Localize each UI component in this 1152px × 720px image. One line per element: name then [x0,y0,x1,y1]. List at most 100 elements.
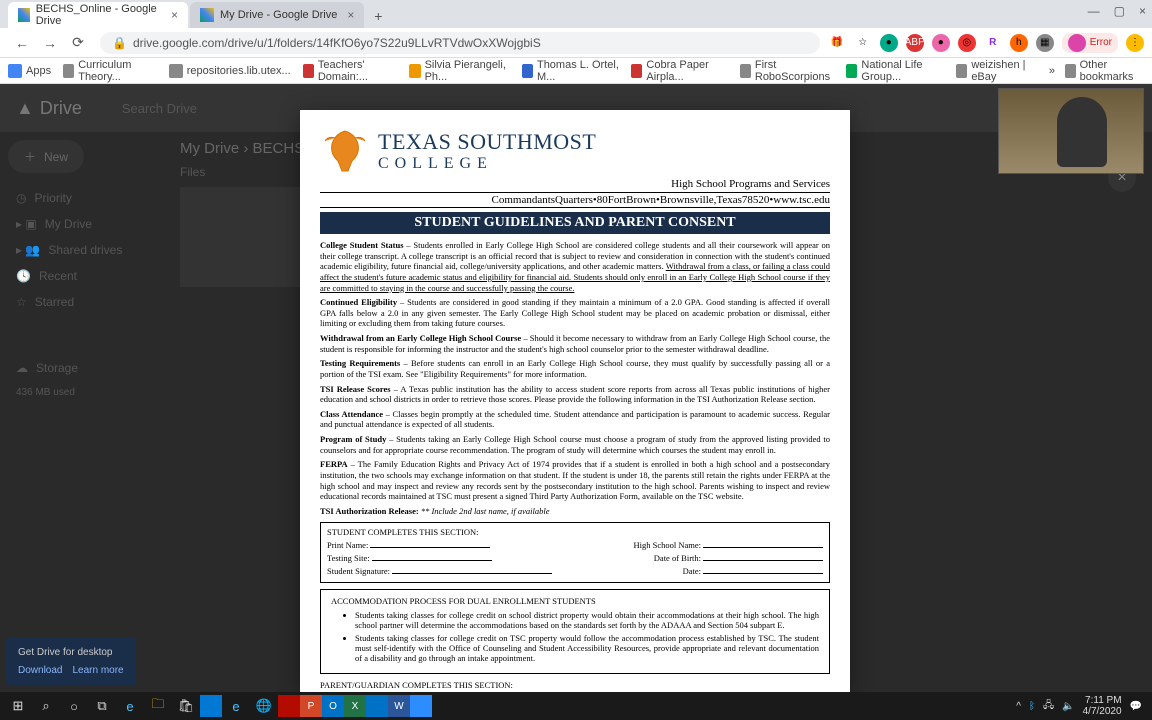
signature-field[interactable] [392,565,552,574]
bookmark-label: Teachers' Domain:... [318,59,398,83]
nav-my-drive[interactable]: ▸ ▣ My Drive [8,211,162,237]
parent-header: PARENT/GUARDIAN COMPLETES THIS SECTION: [320,680,830,691]
ext-red-icon[interactable]: ABP [906,34,924,52]
video-person [1057,97,1107,167]
tab-title: My Drive - Google Drive [220,9,337,21]
section-label: Testing Requirements [320,358,400,368]
drive-search[interactable]: Search Drive [122,101,197,116]
zoom-icon[interactable] [410,695,432,717]
close-icon[interactable]: × [171,8,178,22]
chrome-icon[interactable]: 🌐 [250,694,278,718]
profile-error-badge[interactable]: Error [1062,33,1118,53]
taskbar: ⊞ ⌕ ○ ⧉ e 🗀 🛍 e 🌐 P O X W ^ ᛒ 🖧 🔈 7:11 P… [0,692,1152,720]
minimize-icon[interactable]: — [1088,4,1100,18]
star-icon[interactable]: ☆ [854,34,872,52]
close-icon[interactable]: × [347,8,354,22]
ext-gray-icon[interactable]: ▦ [1036,34,1054,52]
powerpoint-icon[interactable]: P [300,695,322,717]
section-label: Withdrawal from an Early College High Sc… [320,333,521,343]
crumb-folder[interactable]: BECHS [253,140,305,157]
document-preview: TEXAS SOUTHMOST COLLEGE High School Prog… [300,110,850,692]
drive-favicon [18,8,30,22]
accom-bullet: Students taking classes for college cred… [355,633,819,663]
bookmark-item[interactable]: Teachers' Domain:... [303,59,398,83]
print-name-field[interactable] [370,539,490,548]
tray-up-icon[interactable]: ^ [1016,701,1021,712]
task-view-icon[interactable]: ⧉ [88,694,116,718]
new-button[interactable]: ＋ New [8,140,84,173]
bookmark-item[interactable]: Thomas L. Ortel, M... [522,59,619,83]
excel-icon[interactable]: X [344,695,366,717]
nav-recent[interactable]: 🕓 Recent [8,263,162,289]
apps-button[interactable]: Apps [8,64,51,78]
volume-icon[interactable]: 🔈 [1062,701,1074,712]
ext-pink-icon[interactable]: ● [932,34,950,52]
field-label: Student Signature: [327,566,390,576]
bluetooth-icon[interactable]: ᛒ [1029,701,1035,712]
clock-time: 7:11 PM [1083,695,1122,706]
testing-site-field[interactable] [372,552,492,561]
other-bookmarks[interactable]: Other bookmarks [1065,59,1144,83]
acrobat-icon[interactable] [278,695,300,717]
hs-name-field[interactable] [703,539,823,548]
start-button[interactable]: ⊞ [4,694,32,718]
nav-priority[interactable]: ◷ Priority [8,185,162,211]
overflow-icon[interactable]: » [1049,65,1055,77]
network-icon[interactable]: 🖧 [1043,698,1054,715]
page-icon [846,64,857,78]
close-window-icon[interactable]: × [1139,4,1146,18]
ext-target-icon[interactable]: ◎ [958,34,976,52]
outlook-icon[interactable]: O [322,695,344,717]
download-button[interactable]: Download [18,664,62,678]
store-icon[interactable]: 🛍 [172,694,200,718]
ext-honey-icon[interactable]: h [1010,34,1028,52]
notifications-icon[interactable]: 💬 [1130,701,1142,712]
search-icon[interactable]: ⌕ [32,694,60,718]
maximize-icon[interactable]: ▢ [1114,4,1125,18]
gift-icon[interactable]: 🎁 [828,34,846,52]
nav-storage[interactable]: ☁ Storage [8,355,162,381]
bookmark-item[interactable]: repositories.lib.utex... [169,64,291,78]
storage-used: 436 MB used [8,381,162,404]
ext-rakuten-icon[interactable]: R [984,34,1002,52]
learn-more-button[interactable]: Learn more [72,664,123,678]
app-icon[interactable] [200,695,222,717]
lock-icon: 🔒 [112,36,127,50]
bookmark-item[interactable]: Silvia Pierangeli, Ph... [409,59,509,83]
bookmark-item[interactable]: National Life Group... [846,59,944,83]
window-controls: — ▢ × [1088,4,1146,18]
clock[interactable]: 7:11 PM 4/7/2020 [1083,695,1122,717]
nav-starred[interactable]: ☆ Starred [8,289,162,315]
url-text: drive.google.com/drive/u/1/folders/14fKf… [133,36,541,50]
browser-tab[interactable]: My Drive - Google Drive × [190,2,364,28]
back-button[interactable]: ← [10,31,34,55]
nav-shared-drives[interactable]: ▸ 👥 Shared drives [8,237,162,263]
menu-icon[interactable]: ⋮ [1126,34,1144,52]
high-school-programs: High School Programs and Services [320,178,830,190]
crumb-my-drive[interactable]: My Drive [180,140,239,157]
browser-tab-active[interactable]: BECHS_Online - Google Drive × [8,2,188,28]
nav-label: Priority [34,191,71,205]
cortana-icon[interactable]: ○ [60,694,88,718]
reload-button[interactable]: ⟳ [66,31,90,55]
bookmark-item[interactable]: First RoboScorpions [740,59,835,83]
parent-section: PARENT/GUARDIAN COMPLETES THIS SECTION: … [320,680,830,692]
bookmark-item[interactable]: Curriculum Theory... [63,59,157,83]
edge-icon[interactable]: e [116,694,144,718]
ie-icon[interactable]: e [222,694,250,718]
new-tab-button[interactable]: + [366,4,390,28]
dob-field[interactable] [703,552,823,561]
outlook2-icon[interactable] [366,695,388,717]
video-thumbnail[interactable] [998,88,1144,174]
drive-logo[interactable]: ▲ Drive [16,98,82,119]
section-label: Continued Eligibility [320,297,397,307]
bookmark-item[interactable]: weizishen | eBay [956,59,1037,83]
date-field[interactable] [703,565,823,574]
ext-green-icon[interactable]: ● [880,34,898,52]
forward-button[interactable]: → [38,31,62,55]
bookmark-item[interactable]: Cobra Paper Airpla... [631,59,727,83]
word-icon[interactable]: W [388,695,410,717]
url-input[interactable]: 🔒 drive.google.com/drive/u/1/folders/14f… [100,32,820,54]
college-name-line2: COLLEGE [378,155,596,173]
explorer-icon[interactable]: 🗀 [144,694,172,718]
